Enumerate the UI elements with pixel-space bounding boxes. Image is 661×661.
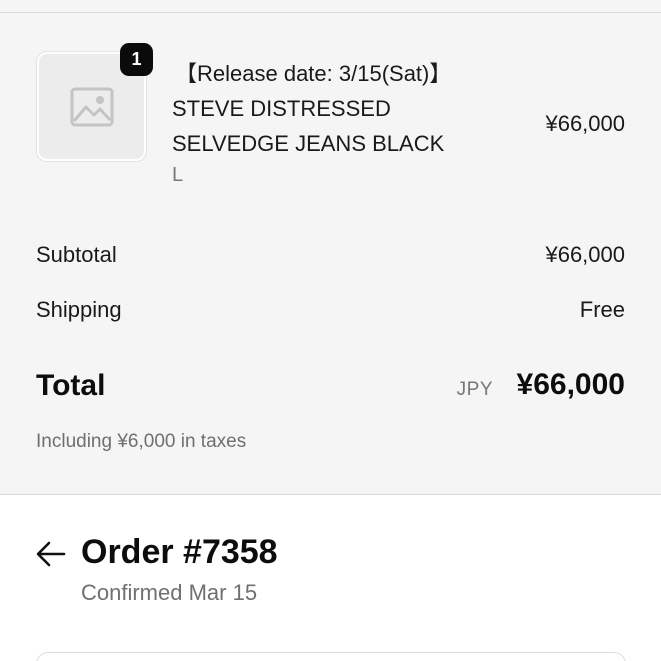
subtotal-label: Subtotal <box>36 242 117 267</box>
taxes-note: Including ¥6,000 in taxes <box>36 431 247 452</box>
line-item-price: ¥66,000 <box>545 111 625 136</box>
product-name-line-1: STEVE DISTRESSED <box>172 96 391 121</box>
subtotal-value: ¥66,000 <box>545 242 625 267</box>
total-value: ¥66,000 <box>516 368 625 401</box>
order-header-section <box>0 495 661 661</box>
back-button[interactable] <box>34 537 68 571</box>
shipping-value: Free <box>579 297 625 322</box>
order-status: Confirmed Mar 15 <box>81 580 258 605</box>
product-variant: L <box>172 164 184 186</box>
quantity-badge: 1 <box>120 43 153 76</box>
shipping-label: Shipping <box>36 297 122 322</box>
product-name: STEVE DISTRESSED SELVEDGE JEANS BLACK <box>172 91 492 161</box>
total-label: Total <box>36 369 106 402</box>
image-placeholder-icon <box>70 87 113 126</box>
top-divider <box>0 0 661 13</box>
next-card <box>36 652 626 661</box>
release-date-note: 【Release date: 3/15(Sat)】 <box>175 61 452 86</box>
arrow-left-icon <box>36 541 66 567</box>
order-title: Order #7358 <box>81 533 278 571</box>
total-currency: JPY <box>456 379 493 400</box>
product-name-line-2: SELVEDGE JEANS BLACK <box>172 131 445 156</box>
